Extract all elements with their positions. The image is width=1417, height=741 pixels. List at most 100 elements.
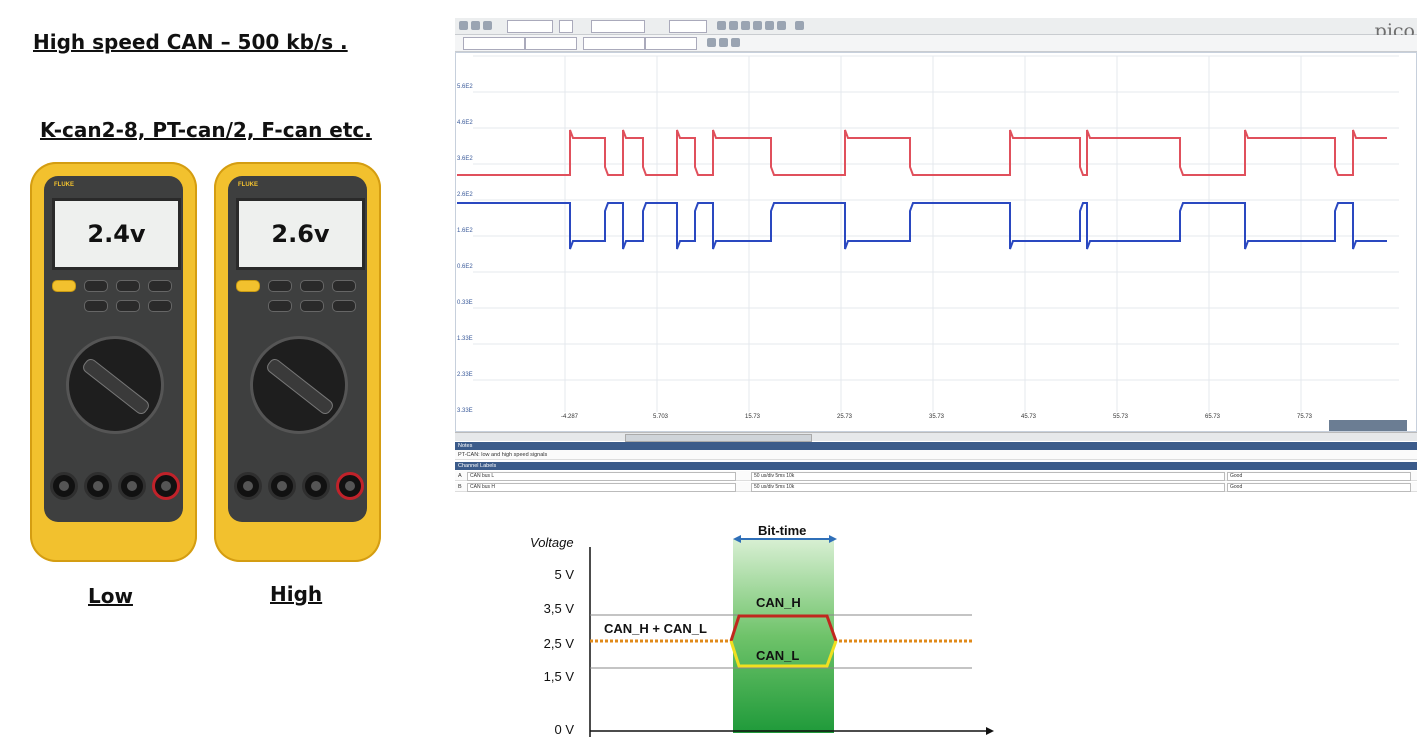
multimeter-reading: 2.6v <box>271 220 330 248</box>
left-axis-tick: 0.6E2 <box>457 264 473 270</box>
channel-row-b: B CAN bus H 50 us/div 5ms 10k Good <box>455 482 1417 492</box>
can-bit-time-diagram: Voltage 5 V 3,5 V 2,5 V 1,5 V 0 V Bit-ti… <box>520 515 1000 741</box>
meter-label-low: Low <box>88 584 133 608</box>
zoom-out-icon[interactable] <box>753 21 762 30</box>
y-tick-0v: 0 V <box>554 722 574 737</box>
can-h-trace <box>457 129 1387 176</box>
open-icon[interactable] <box>459 21 468 30</box>
y-tick-1v5: 1,5 V <box>543 669 574 684</box>
channel-quality-field[interactable]: Good <box>1227 472 1411 481</box>
channel-row-a: A CAN bus L 50 us/div 5ms 10k Good <box>455 471 1417 481</box>
hand-icon[interactable] <box>729 21 738 30</box>
scope-waveforms <box>457 55 1399 412</box>
multimeter-button <box>300 300 324 312</box>
bit-time-label: Bit-time <box>758 523 807 538</box>
channel-settings-icon[interactable] <box>707 38 716 47</box>
channel-name-field[interactable]: CAN bus H <box>467 483 736 492</box>
multimeter-display: 2.6v <box>236 198 365 270</box>
undo-zoom-icon[interactable] <box>765 21 774 30</box>
help-icon[interactable] <box>777 21 786 30</box>
multimeter-button <box>84 280 108 292</box>
x-axis-tick: 5.703 <box>653 414 669 420</box>
left-axis-tick: 3.33E <box>457 408 473 414</box>
x-axis-arrow <box>986 727 994 735</box>
zoom-select[interactable] <box>669 20 707 33</box>
y-tick-5v: 5 V <box>554 567 574 582</box>
left-axis-tick: 4.6E2 <box>457 120 473 126</box>
multimeter-brand: FLUKE <box>54 182 74 188</box>
multimeter-reading: 2.4v <box>87 220 146 248</box>
input-jack <box>234 472 262 500</box>
x-axis-tick: 65.73 <box>1205 414 1221 420</box>
samples-select[interactable] <box>591 20 645 33</box>
multimeter-button <box>236 280 260 292</box>
channel-settings-icon[interactable] <box>719 38 728 47</box>
scope-toolbar: pico <box>455 18 1417 42</box>
rotary-dial <box>66 336 164 434</box>
scope-grid <box>473 55 1399 412</box>
input-jack <box>84 472 112 500</box>
y-tick-2v5: 2,5 V <box>543 636 574 651</box>
x-axis-tick: 55.73 <box>1113 414 1129 420</box>
x-axis-tick: 25.73 <box>837 414 853 420</box>
save-icon[interactable] <box>471 21 480 30</box>
multimeter-face: FLUKE 2.4v <box>44 176 183 522</box>
multimeter-button <box>332 280 356 292</box>
channel-settings-icon[interactable] <box>731 38 740 47</box>
multimeter-button <box>268 280 292 292</box>
input-jack <box>268 472 296 500</box>
multimeter-button <box>148 300 172 312</box>
left-axis-tick: 3.6E2 <box>457 156 473 162</box>
zoom-in-icon[interactable] <box>741 21 750 30</box>
status-header: Notes <box>455 442 1417 450</box>
timebase-select[interactable] <box>507 20 553 33</box>
bit-time-region <box>733 539 834 733</box>
multimeter-button <box>268 300 292 312</box>
channel-setting-field[interactable]: 50 us/div 5ms 10k <box>751 483 1225 492</box>
can-l-trace <box>457 202 1387 250</box>
page-subtitle: K-can2-8, PT-can/2, F-can etc. <box>40 118 372 142</box>
dial-pointer <box>264 356 336 417</box>
input-jack <box>118 472 146 500</box>
multimeter-button <box>84 300 108 312</box>
channel-name-field[interactable]: CAN bus L <box>467 472 736 481</box>
input-jack <box>336 472 364 500</box>
multimeter-button <box>116 280 140 292</box>
pointer-icon[interactable] <box>717 21 726 30</box>
channel-quality-field[interactable]: Good <box>1227 483 1411 492</box>
multimeter-low: FLUKE 2.4v <box>30 162 197 562</box>
channel-id: B <box>458 484 462 490</box>
channel-labels-header: Channel Labels <box>455 462 1417 470</box>
multimeter-brand: FLUKE <box>238 182 258 188</box>
input-jack <box>50 472 78 500</box>
left-axis-tick: 2.6E2 <box>457 192 473 198</box>
channel-a-range[interactable] <box>463 37 525 50</box>
left-axis-tick: 2.33E <box>457 372 473 378</box>
zoom-overview-badge[interactable] <box>1329 420 1407 431</box>
can-l-label: CAN_L <box>756 648 800 663</box>
can-h-label: CAN_H <box>756 595 801 610</box>
x-axis-tick: 35.73 <box>929 414 945 420</box>
oscilloscope-window: pico 5.6E2 4.6E2 3.6E2 2.6E2 1.6E2 0.6E2 0.33E… <box>455 18 1417 500</box>
channel-id: A <box>458 473 462 479</box>
reset-icon[interactable] <box>795 21 804 30</box>
horizontal-scrollbar[interactable] <box>455 432 1417 442</box>
multimeter-high: FLUKE 2.6v <box>214 162 381 562</box>
multimeter-face: FLUKE 2.6v <box>228 176 367 522</box>
multimeter-display: 2.4v <box>52 198 181 270</box>
page-title: High speed CAN – 500 kb/s . <box>33 30 348 54</box>
timebase-button[interactable] <box>559 20 573 33</box>
left-axis-tick: 1.33E <box>457 336 473 342</box>
left-axis-tick: 0.33E <box>457 300 473 306</box>
print-icon[interactable] <box>483 21 492 30</box>
multimeter-button <box>116 300 140 312</box>
x-axis-tick: 75.73 <box>1297 414 1313 420</box>
scroll-thumb[interactable] <box>625 434 812 442</box>
channel-b-coupling[interactable] <box>645 37 697 50</box>
input-jack <box>302 472 330 500</box>
channel-setting-field[interactable]: 50 us/div 5ms 10k <box>751 472 1225 481</box>
input-jack <box>152 472 180 500</box>
channel-b-range[interactable] <box>583 37 645 50</box>
channel-a-coupling[interactable] <box>525 37 577 50</box>
dial-pointer <box>80 356 152 417</box>
